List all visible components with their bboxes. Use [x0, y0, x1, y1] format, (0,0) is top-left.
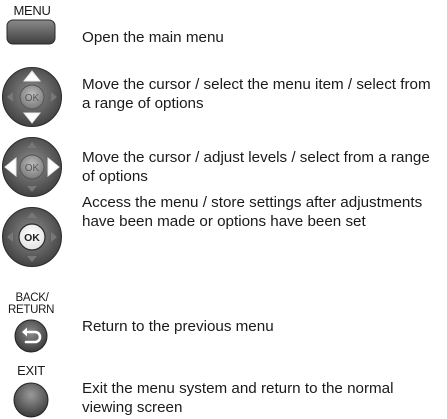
menu-row: MENU Open the main menu [0, 0, 447, 50]
menu-button-icon [6, 19, 56, 45]
exit-button-icon [13, 382, 49, 418]
svg-text:OK: OK [24, 232, 40, 244]
exit-row: EXIT Exit the menu system and return to … [0, 360, 447, 419]
ok-center-icon: OK [2, 207, 62, 267]
ok-row: OK Access the menu / store settings afte… [0, 194, 447, 272]
svg-text:OK: OK [25, 93, 40, 104]
menu-description: Open the main menu [82, 29, 224, 46]
menu-key-caption: MENU [13, 3, 51, 18]
back-key-caption-line2: RETURN [8, 304, 55, 316]
exit-key-caption: EXIT [17, 363, 45, 378]
cursor-updown-description: Move the cursor / select the menu item /… [82, 76, 431, 112]
back-return-button-icon [14, 319, 48, 353]
ok-description: Access the menu / store settings after a… [82, 194, 423, 230]
cursor-updown-row: OK Move the cursor / select the menu ite… [0, 64, 447, 130]
exit-description: Exit the menu system and return to the n… [82, 380, 394, 416]
cursor-leftright-row: OK Move the cursor / adjust levels / sel… [0, 134, 447, 200]
svg-text:OK: OK [25, 163, 40, 174]
cursor-leftright-ok-icon: OK [2, 137, 62, 197]
back-return-description: Return to the previous menu [82, 318, 274, 335]
back-key-caption-line1: BACK/ [15, 292, 49, 304]
cursor-updown-ok-icon: OK [2, 67, 62, 127]
cursor-leftright-description: Move the cursor / adjust levels / select… [82, 149, 430, 185]
back-return-row: BACK/ RETURN Return to the previous menu [0, 288, 447, 354]
